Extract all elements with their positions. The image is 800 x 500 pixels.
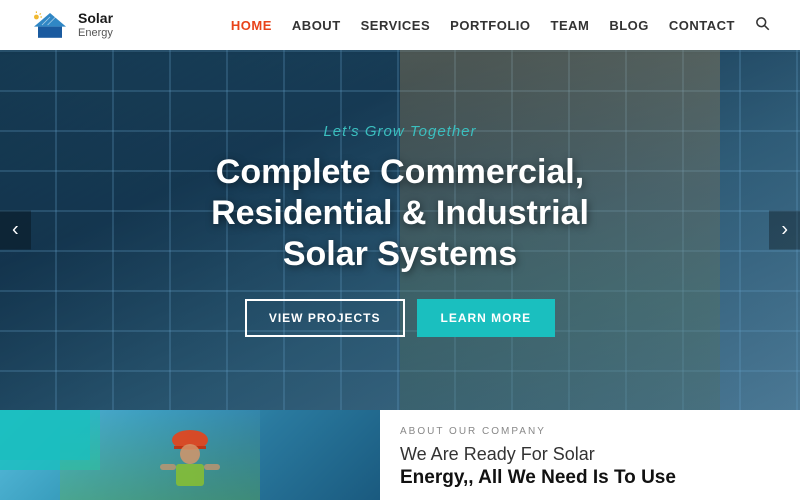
bottom-section: ABOUT OUR COMPANY We Are Ready For Solar… <box>0 410 800 500</box>
worker-silhouette <box>130 410 250 500</box>
nav-portfolio[interactable]: PORTFOLIO <box>450 18 530 33</box>
nav-about[interactable]: ABOUT <box>292 18 341 33</box>
hero-next-button[interactable]: › <box>769 211 800 250</box>
hero-subtitle: Let's Grow Together <box>170 123 630 140</box>
hero-prev-button[interactable]: ‹ <box>0 211 31 250</box>
nav-contact[interactable]: CONTACT <box>669 18 735 33</box>
logo-text: Solar Energy <box>78 11 113 38</box>
main-nav: HOME ABOUT SERVICES PORTFOLIO TEAM BLOG … <box>231 16 770 34</box>
nav-blog[interactable]: BLOG <box>609 18 649 33</box>
learn-more-button[interactable]: LEARN MORE <box>417 299 556 337</box>
hero-title: Complete Commercial, Residential & Indus… <box>170 152 630 274</box>
about-text: ABOUT OUR COMPANY We Are Ready For Solar… <box>380 410 800 500</box>
hero-subtitle-accent: Together <box>410 123 477 140</box>
hero-subtitle-plain: Let's Grow <box>323 123 409 140</box>
nav-team[interactable]: TEAM <box>551 18 590 33</box>
nav-services[interactable]: SERVICES <box>361 18 431 33</box>
hero-section: ‹ Let's Grow Together Complete Commercia… <box>0 50 800 410</box>
about-heading-bold: Energy,, All We Need Is To Use <box>400 467 676 488</box>
hero-buttons: VIEW PROJECTS LEARN MORE <box>170 299 630 337</box>
view-projects-button[interactable]: VIEW PROJECTS <box>245 299 405 337</box>
nav-home[interactable]: HOME <box>231 18 272 33</box>
about-label: ABOUT OUR COMPANY <box>400 426 780 437</box>
hero-content: Let's Grow Together Complete Commercial,… <box>150 123 650 336</box>
search-icon[interactable] <box>755 16 770 34</box>
about-heading-normal: We Are Ready For Solar <box>400 444 595 464</box>
about-heading: We Are Ready For Solar Energy,, All We N… <box>400 443 780 491</box>
site-header: Solar Energy HOME ABOUT SERVICES PORTFOL… <box>0 0 800 50</box>
about-image <box>0 410 380 500</box>
logo[interactable]: Solar Energy <box>30 9 113 41</box>
logo-icon <box>30 9 70 41</box>
teal-accent <box>0 410 90 460</box>
